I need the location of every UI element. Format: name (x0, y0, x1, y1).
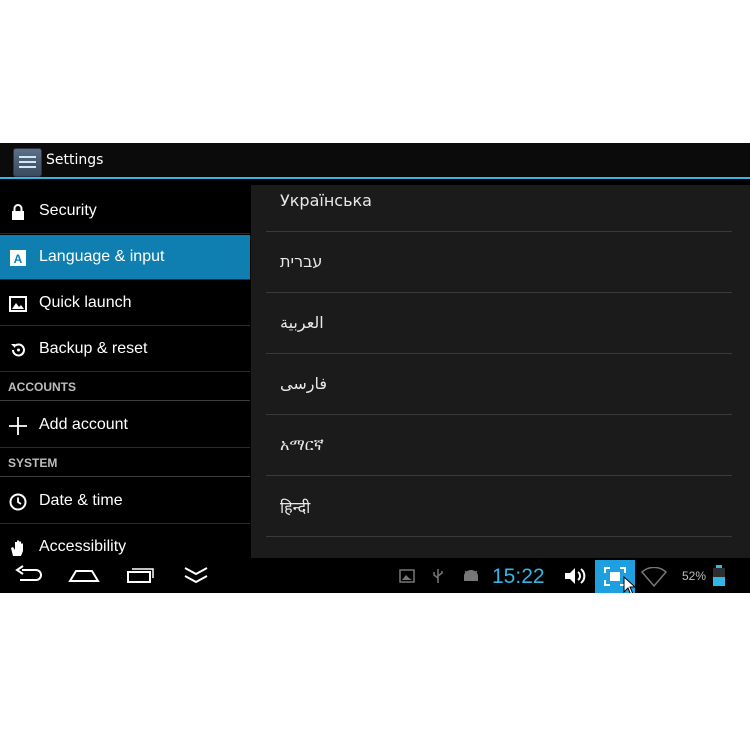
language-label: العربية (280, 313, 324, 332)
sidebar-item-add-account[interactable]: Add account (0, 403, 250, 448)
gallery-notification-icon[interactable] (399, 569, 415, 583)
sidebar-item-label: Backup & reset (39, 340, 148, 357)
mouse-cursor-icon (623, 576, 637, 593)
sidebar-item-language-input[interactable]: A Language & input (0, 235, 250, 280)
list-item[interactable]: فارسی (266, 354, 732, 415)
sidebar-item-quick-launch[interactable]: Quick launch (0, 281, 250, 326)
sidebar-item-date-time[interactable]: Date & time (0, 479, 250, 524)
language-label: हिन्दी (280, 498, 311, 517)
list-item[interactable]: Українська (266, 185, 732, 232)
app-title: Settings (46, 152, 104, 168)
clock: 15:22 (492, 565, 545, 588)
list-item[interactable]: עברית (266, 232, 732, 293)
plus-icon (9, 417, 27, 435)
recent-apps-icon[interactable] (125, 563, 157, 587)
settings-list[interactable]: Security A Language & input Quick launch… (0, 181, 250, 558)
language-label: עברית (280, 252, 323, 271)
language-label: Українська (280, 191, 372, 210)
language-label: አማርኛ (280, 435, 324, 454)
backup-icon (11, 343, 25, 357)
sidebar-item-label: Date & time (39, 492, 123, 509)
system-bar: 15:22 52% (0, 558, 750, 593)
sidebar-item-label: Language & input (39, 248, 165, 265)
action-bar: Settings (0, 143, 750, 179)
settings-icon[interactable] (13, 148, 42, 177)
lock-icon (12, 204, 24, 220)
sidebar-item-label: Add account (39, 416, 128, 433)
sidebar-item-security[interactable]: Security (0, 189, 250, 234)
battery-level: 52% (682, 569, 707, 583)
section-header-system: SYSTEM (0, 449, 250, 477)
action-bar-divider (0, 177, 750, 179)
language-label: فارسی (280, 374, 327, 393)
volume-icon[interactable] (563, 565, 587, 587)
android-debug-icon[interactable] (462, 569, 480, 583)
sidebar-item-label: Accessibility (39, 538, 127, 555)
list-item[interactable]: አማርኛ (266, 415, 732, 476)
screenshot-button[interactable] (595, 560, 637, 593)
sidebar-item-accessibility[interactable]: Accessibility (0, 525, 250, 558)
language-list[interactable]: Українська עברית العربية فارسی አማርኛ हिन्… (251, 185, 750, 558)
image-icon (9, 296, 27, 312)
usb-icon[interactable] (432, 568, 444, 584)
menu-collapse-icon[interactable] (182, 563, 210, 587)
language-icon: A (10, 250, 26, 266)
wifi-icon[interactable] (641, 567, 667, 587)
sidebar-item-label: Quick launch (39, 294, 132, 311)
home-icon[interactable] (68, 563, 100, 587)
tablet-screen: Settings Security A Language & input Qui… (0, 143, 750, 593)
list-item[interactable]: हिन्दी (266, 476, 732, 537)
back-icon[interactable] (14, 563, 44, 587)
clock-icon (9, 493, 27, 511)
sidebar-item-label: Security (39, 202, 97, 219)
sidebar-item-backup-reset[interactable]: Backup & reset (0, 327, 250, 372)
svg-text:A: A (14, 252, 23, 266)
battery-icon[interactable] (712, 565, 726, 587)
hand-icon (11, 540, 23, 556)
list-item[interactable]: العربية (266, 293, 732, 354)
section-header-accounts: ACCOUNTS (0, 373, 250, 401)
